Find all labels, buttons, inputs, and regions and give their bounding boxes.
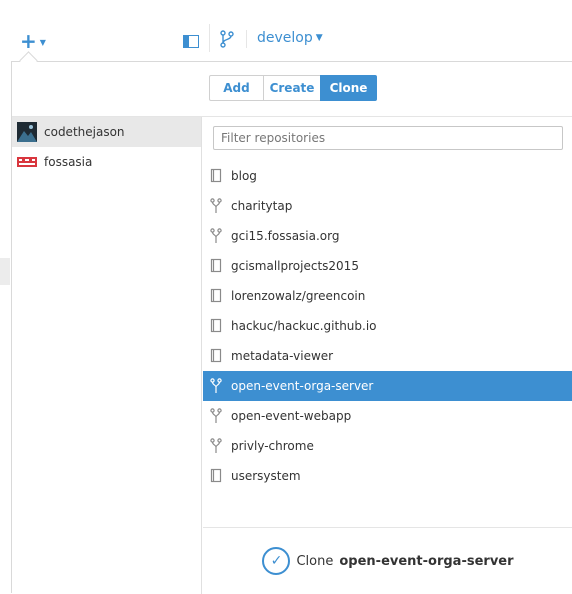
repo-icon [203, 288, 231, 304]
plus-icon: + [20, 29, 37, 53]
background-panel-edge [0, 258, 10, 285]
clone-button[interactable]: ✓ Clone open-event-orga-server [262, 547, 514, 575]
fork-icon [203, 378, 231, 394]
toolbar: + ▼ develop ▼ [0, 0, 572, 62]
repo-item[interactable]: blog [203, 161, 572, 191]
fork-icon [203, 408, 231, 424]
avatar [17, 157, 37, 167]
repo-item[interactable]: privly-chrome [203, 431, 572, 461]
account-name: codethejason [44, 125, 125, 139]
caret-down-icon: ▼ [39, 37, 46, 47]
toolbar-divider [246, 30, 247, 48]
repository-popover: Add Create Clone codethejason fossasia F… [11, 61, 572, 594]
repo-name: metadata-viewer [231, 349, 334, 363]
repo-item[interactable]: hackuc/hackuc.github.io [203, 311, 572, 341]
repo-item[interactable]: open-event-orga-server [203, 371, 572, 401]
repo-name: gcismallprojects2015 [231, 259, 359, 273]
fork-icon [203, 438, 231, 454]
clone-button-target: open-event-orga-server [339, 553, 514, 569]
toggle-sidebar-icon[interactable] [183, 35, 199, 48]
repo-icon [203, 258, 231, 274]
repo-item[interactable]: charitytap [203, 191, 572, 221]
repo-name: hackuc/hackuc.github.io [231, 319, 377, 333]
branch-name-label: develop [257, 30, 313, 46]
checkmark-icon: ✓ [262, 547, 291, 575]
repo-name: privly-chrome [231, 439, 314, 453]
account-list: codethejason fossasia [12, 117, 202, 594]
repo-item[interactable]: usersystem [203, 461, 572, 491]
toolbar-divider [209, 24, 210, 52]
repo-name: open-event-orga-server [231, 379, 374, 393]
repo-item[interactable]: metadata-viewer [203, 341, 572, 371]
account-name: fossasia [44, 155, 93, 169]
fork-icon [203, 228, 231, 244]
repo-icon [203, 468, 231, 484]
account-item-fossasia[interactable]: fossasia [12, 147, 201, 177]
account-item-codethejason[interactable]: codethejason [12, 117, 201, 147]
repo-icon [203, 348, 231, 364]
repo-icon [203, 318, 231, 334]
clone-footer: ✓ Clone open-event-orga-server [203, 528, 572, 594]
branch-selector[interactable]: develop ▼ [257, 30, 323, 46]
clone-button-prefix: Clone [296, 553, 334, 569]
repo-action-tabs: Add Create Clone [209, 75, 377, 101]
tab-create[interactable]: Create [263, 75, 321, 101]
tab-add[interactable]: Add [209, 75, 264, 101]
repo-name: usersystem [231, 469, 301, 483]
tab-clone[interactable]: Clone [320, 75, 377, 101]
fork-icon [203, 198, 231, 214]
repo-name: open-event-webapp [231, 409, 352, 423]
repo-name: gci15.fossasia.org [231, 229, 340, 243]
branch-icon [220, 30, 234, 48]
repo-icon [203, 168, 231, 184]
repo-item[interactable]: open-event-webapp [203, 401, 572, 431]
repo-item[interactable]: lorenzowalz/greencoin [203, 281, 572, 311]
filter-repositories-input[interactable] [213, 126, 563, 150]
repo-name: charitytap [231, 199, 293, 213]
repo-item[interactable]: gcismallprojects2015 [203, 251, 572, 281]
add-menu-button[interactable]: + ▼ [20, 30, 46, 52]
avatar [17, 122, 37, 142]
repo-name: blog [231, 169, 257, 183]
repo-item[interactable]: gci15.fossasia.org [203, 221, 572, 251]
repo-name: lorenzowalz/greencoin [231, 289, 366, 303]
caret-down-icon: ▼ [315, 33, 323, 43]
